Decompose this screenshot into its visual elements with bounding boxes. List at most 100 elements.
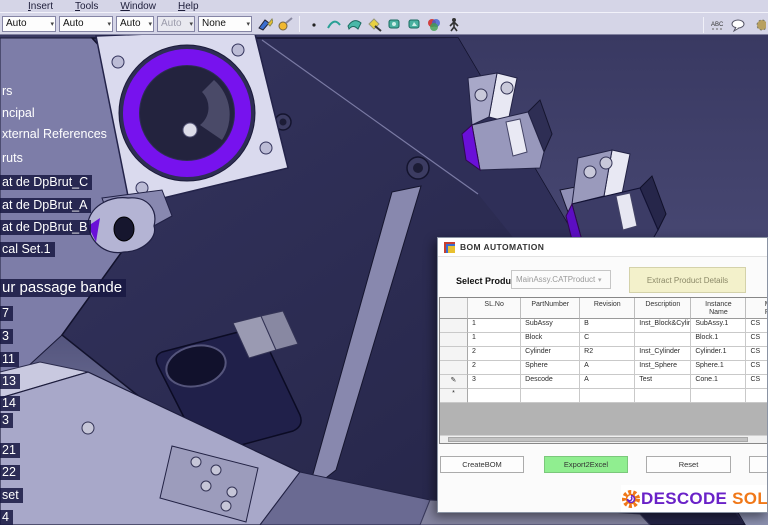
cell-empty[interactable] (580, 389, 636, 403)
cell-slno[interactable]: 2 (467, 347, 522, 361)
airbrush-icon[interactable] (275, 14, 295, 34)
cell-model-path[interactable]: CS (746, 375, 767, 389)
tree-node[interactable]: cal Set.1 (0, 242, 55, 257)
tree-node[interactable]: at de DpBrut_A (0, 198, 92, 213)
column-header-partnumber[interactable]: PartNumber (521, 298, 581, 319)
curve-icon[interactable] (324, 14, 344, 34)
cell-instance-name[interactable]: SubAssy.1 (691, 319, 747, 333)
row-header-cell[interactable] (440, 361, 468, 375)
row-header-cell[interactable] (440, 347, 468, 361)
cell-description[interactable]: Inst_Block&Cylin... (635, 319, 692, 333)
cell-description[interactable] (635, 333, 692, 347)
column-header-slno[interactable]: SL.No (468, 298, 522, 319)
tree-node[interactable]: 11 (0, 352, 19, 367)
surface-icon[interactable] (344, 14, 364, 34)
cell-revision[interactable]: A (580, 375, 636, 389)
cell-partnumber[interactable]: Cylinder (521, 347, 581, 361)
tree-node[interactable]: 21 (0, 443, 20, 458)
line-type-dropdown[interactable]: Auto ▾ (116, 15, 154, 32)
tree-node[interactable]: 13 (0, 374, 20, 389)
tree-node[interactable]: 3 (0, 413, 13, 428)
cell-empty[interactable] (635, 389, 692, 403)
paint-brush-icon[interactable] (255, 14, 275, 34)
table-row[interactable]: 2 Sphere A Inst_Sphere Sphere.1 CS (440, 361, 767, 375)
cell-revision[interactable]: B (580, 319, 636, 333)
cell-instance-name[interactable]: Cone.1 (691, 375, 747, 389)
cell-partnumber[interactable]: Block (521, 333, 581, 347)
fill-color-dropdown[interactable]: Auto ▾ (2, 15, 56, 32)
tree-node[interactable]: ruts (0, 151, 27, 166)
tree-node[interactable]: xternal References (0, 127, 111, 142)
cell-description[interactable]: Inst_Cylinder (635, 347, 692, 361)
tree-node[interactable]: ur passage bande (0, 279, 127, 297)
cell-instance-name[interactable]: Block.1 (691, 333, 747, 347)
product-combo-box[interactable]: MainAssy.CATProduct ▾ (511, 270, 611, 289)
cell-partnumber[interactable]: SubAssy (521, 319, 581, 333)
cell-instance-name[interactable]: Cylinder.1 (691, 347, 747, 361)
create-bom-button[interactable]: CreateBOM (440, 456, 524, 473)
column-header-instance-name[interactable]: Instance Name (691, 298, 747, 319)
column-header-model-path[interactable]: M P. (746, 298, 767, 319)
cell-slno[interactable]: 1 (467, 333, 522, 347)
table-row[interactable]: 1 Block C Block.1 CS (440, 333, 767, 347)
cell-empty[interactable] (691, 389, 747, 403)
cell-slno[interactable]: 1 (467, 319, 522, 333)
menu-insert[interactable]: Insert (28, 1, 53, 12)
row-header-new-indicator[interactable]: * (440, 389, 468, 403)
cell-model-path[interactable]: CS (746, 333, 767, 347)
render-view-alt-icon[interactable] (404, 14, 424, 34)
cell-model-path[interactable]: CS (746, 347, 767, 361)
reset-button[interactable]: Reset (646, 456, 731, 473)
table-row[interactable]: ✎ 3 Descode A Test Cone.1 CS (440, 375, 767, 389)
tree-node[interactable]: ncipal (0, 106, 39, 121)
table-new-row[interactable]: * (440, 389, 767, 403)
cell-model-path[interactable]: CS (746, 361, 767, 375)
point-icon[interactable] (304, 14, 324, 34)
menu-window[interactable]: Window (120, 1, 156, 12)
cell-model-path[interactable]: CS (746, 319, 767, 333)
tree-node[interactable]: 3 (0, 329, 13, 344)
cell-description[interactable]: Inst_Sphere (635, 361, 692, 375)
partial-gear-icon[interactable] (748, 15, 768, 35)
layer-dropdown[interactable]: None ▾ (198, 15, 252, 32)
line-color-dropdown[interactable]: Auto ▾ (59, 15, 113, 32)
cell-description[interactable]: Test (635, 375, 692, 389)
tree-node[interactable]: set (0, 488, 23, 503)
render-view-icon[interactable] (384, 14, 404, 34)
cell-partnumber[interactable]: Descode (521, 375, 581, 389)
cell-empty[interactable] (746, 389, 767, 403)
row-header-cell[interactable] (440, 319, 468, 333)
tree-node[interactable]: at de DpBrut_B (0, 220, 92, 235)
row-header-cell[interactable] (440, 333, 468, 347)
cell-slno[interactable]: 3 (467, 375, 522, 389)
tree-node[interactable]: at de DpBrut_C (0, 175, 93, 190)
tree-node[interactable]: 7 (0, 306, 13, 321)
cell-instance-name[interactable]: Sphere.1 (691, 361, 747, 375)
tree-node[interactable]: 14 (0, 396, 20, 411)
partial-button[interactable] (749, 456, 767, 473)
materials-icon[interactable] (424, 14, 444, 34)
cell-slno[interactable]: 2 (467, 361, 522, 375)
extract-product-details-button[interactable]: Extract Product Details (629, 267, 746, 293)
column-header-revision[interactable]: Revision (580, 298, 636, 319)
bom-data-grid[interactable]: SL.No PartNumber Revision Description In… (439, 297, 767, 444)
grid-horizontal-scrollbar[interactable] (440, 435, 767, 443)
column-header-description[interactable]: Description (635, 298, 692, 319)
export2excel-button[interactable]: Export2Excel (544, 456, 628, 473)
table-row[interactable]: 2 Cylinder R2 Inst_Cylinder Cylinder.1 C… (440, 347, 767, 361)
tree-node[interactable]: 22 (0, 465, 20, 480)
menu-help[interactable]: Help (178, 1, 199, 12)
cell-empty[interactable] (521, 389, 581, 403)
speech-balloon-icon[interactable] (728, 15, 748, 35)
menu-tools[interactable]: Tools (75, 1, 98, 12)
dialog-title-bar[interactable]: BOM AUTOMATION (438, 238, 767, 257)
scrollbar-thumb[interactable] (448, 437, 748, 442)
tree-node[interactable]: 4 (0, 510, 13, 525)
cell-revision[interactable]: R2 (580, 347, 636, 361)
cell-partnumber[interactable]: Sphere (521, 361, 581, 375)
table-row[interactable]: 1 SubAssy B Inst_Block&Cylin... SubAssy.… (440, 319, 767, 333)
mannequin-icon[interactable] (444, 14, 464, 34)
cell-revision[interactable]: C (580, 333, 636, 347)
abc-text-icon[interactable]: ABC (708, 15, 728, 35)
cell-revision[interactable]: A (580, 361, 636, 375)
